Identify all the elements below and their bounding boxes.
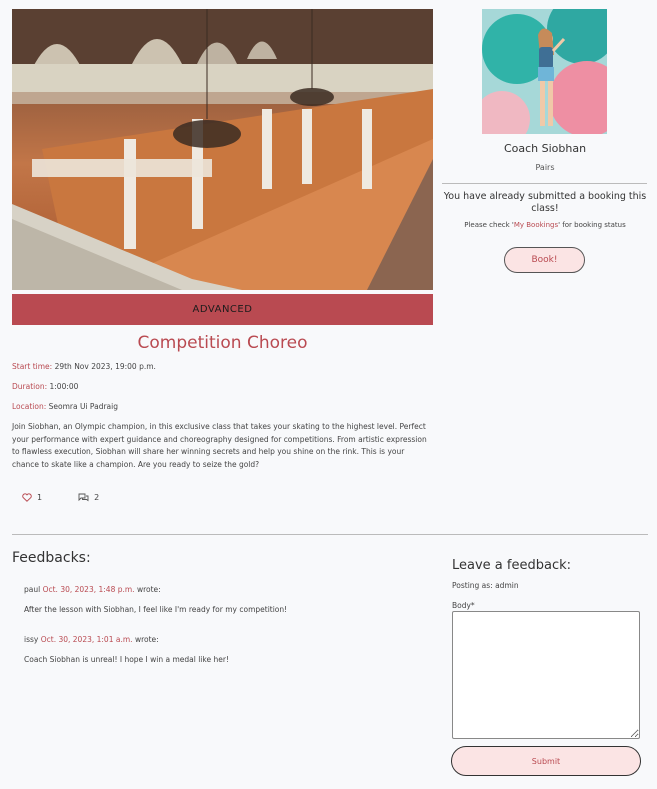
- start-time-row: Start time: 29th Nov 2023, 19:00 p.m.: [12, 362, 156, 371]
- like-button[interactable]: 1: [22, 493, 42, 502]
- comment-body: After the lesson with Siobhan, I feel li…: [24, 605, 288, 614]
- comment-author: issy: [24, 635, 39, 644]
- check-suffix: ' for booking status: [558, 221, 626, 229]
- location-row: Location: Seomra Ui Padraig: [12, 402, 118, 411]
- start-time-value: 29th Nov 2023, 19:00 p.m.: [54, 362, 156, 371]
- duration-row: Duration: 1:00:00: [12, 382, 78, 391]
- class-level-banner: ADVANCED: [12, 294, 433, 325]
- start-time-label: Start time:: [12, 362, 53, 371]
- coach-category: Pairs: [535, 163, 555, 172]
- coach-name: Coach Siobhan: [503, 142, 587, 155]
- check-prefix: Please check ': [464, 221, 514, 229]
- location-label: Location:: [12, 402, 47, 411]
- location-value: Seomra Ui Padraig: [48, 402, 118, 411]
- like-count: 1: [37, 493, 43, 502]
- feedbacks-heading: Feedbacks:: [12, 550, 91, 566]
- class-stats: 1 2: [22, 493, 99, 502]
- posting-as-label: Posting as: admin: [452, 581, 519, 590]
- booking-check-hint: Please check 'My Bookings' for booking s…: [442, 221, 648, 229]
- comment-header: issy Oct. 30, 2023, 1:01 a.m. wrote:: [24, 635, 159, 644]
- feedback-body-textarea[interactable]: [452, 611, 640, 739]
- sidebar-divider: [442, 183, 647, 184]
- body-field-label: Body*: [452, 601, 475, 610]
- section-divider: [12, 534, 648, 535]
- coach-photo: [482, 9, 607, 134]
- comment-wrote: wrote:: [134, 635, 159, 644]
- comment-count-indicator: 2: [78, 493, 99, 502]
- class-image: [12, 9, 433, 290]
- comment-body: Coach Siobhan is unreal! I hope I win a …: [24, 655, 229, 664]
- comment-date: Oct. 30, 2023, 1:01 a.m.: [40, 635, 133, 644]
- leave-feedback-heading: Leave a feedback:: [452, 558, 571, 573]
- booking-status-message: You have already submitted a booking thi…: [443, 191, 647, 214]
- heart-icon: [22, 493, 32, 502]
- comments-icon: [78, 493, 89, 502]
- duration-value: 1:00:00: [49, 382, 79, 391]
- comment-wrote: wrote:: [136, 585, 161, 594]
- class-title: Competition Choreo: [137, 333, 308, 353]
- comment-header: paul Oct. 30, 2023, 1:48 p.m. wrote:: [24, 585, 161, 594]
- class-description: Join Siobhan, an Olympic champion, in th…: [12, 422, 427, 469]
- comment-date: Oct. 30, 2023, 1:48 p.m.: [42, 585, 135, 594]
- my-bookings-link[interactable]: My Bookings: [514, 221, 558, 229]
- class-level-label: ADVANCED: [192, 304, 253, 315]
- book-button[interactable]: Book!: [504, 247, 585, 273]
- submit-button[interactable]: Submit: [451, 746, 641, 776]
- comment-author: paul: [24, 585, 41, 594]
- duration-label: Duration:: [12, 382, 48, 391]
- comment-count: 2: [94, 493, 100, 502]
